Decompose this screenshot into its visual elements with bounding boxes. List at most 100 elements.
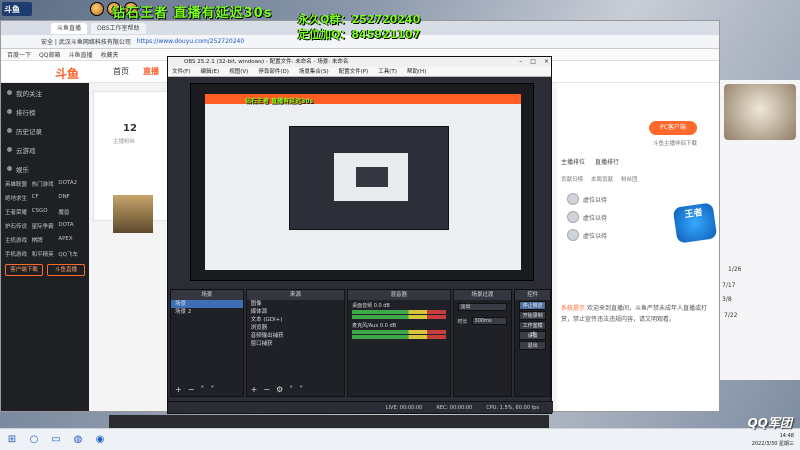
- remove-icon[interactable]: −: [188, 385, 195, 394]
- taskbar: ⊞ ○ ▭ ◍ ◉ 14:48 2022/3/30 星期三: [0, 428, 800, 450]
- controls-header: 控件: [515, 290, 551, 300]
- rank-row[interactable]: 虚位以待: [567, 193, 607, 205]
- category-item[interactable]: 主机游戏: [5, 236, 32, 244]
- right-subtabs: 贡献日榜 本周贡献 粉丝团: [561, 175, 638, 183]
- add-icon[interactable]: +: [251, 385, 258, 394]
- minimize-icon[interactable]: –: [519, 57, 522, 67]
- browser-tab-douyu[interactable]: 斗鱼直播: [51, 22, 88, 34]
- category-item[interactable]: 棋牌: [32, 236, 59, 244]
- menu-view[interactable]: 视图(V): [229, 67, 248, 76]
- category-item[interactable]: 星际争霸: [32, 222, 59, 230]
- add-icon[interactable]: +: [175, 385, 182, 394]
- category-item[interactable]: APEX: [58, 236, 85, 244]
- cloud-icon: [7, 147, 12, 152]
- system-tray[interactable]: 14:48 2022/3/30 星期三: [752, 432, 794, 448]
- source-item[interactable]: 文本 (GDI+): [247, 316, 344, 324]
- duration-input[interactable]: 300ms: [471, 317, 508, 325]
- subtab-weekly[interactable]: 本周贡献: [591, 175, 613, 183]
- tab-anchor-rank[interactable]: 主播排位: [561, 157, 585, 166]
- subtab-daily[interactable]: 贡献日榜: [561, 175, 583, 183]
- right-tabs: 主播排位 直播排行: [561, 157, 619, 166]
- menu-edit[interactable]: 编辑(E): [200, 67, 219, 76]
- scene-item[interactable]: 场景: [171, 300, 243, 308]
- subtab-fans[interactable]: 粉丝团: [621, 175, 638, 183]
- down-icon[interactable]: ˅: [299, 385, 303, 394]
- avatar: [567, 211, 579, 223]
- category-item[interactable]: DOTA: [58, 222, 85, 230]
- start-record-button[interactable]: 开始录制: [519, 311, 547, 320]
- category-item[interactable]: 热门游戏: [32, 180, 59, 188]
- mixer-header: 混音器: [348, 290, 450, 300]
- url-text[interactable]: https://www.douyu.com/252720240: [137, 38, 244, 45]
- obs-title: OBS 25.2.1 (32-bit, windows) - 配置文件: 未命名…: [184, 59, 349, 65]
- douyu-live-button[interactable]: 斗鱼直播: [47, 264, 85, 276]
- menu-file[interactable]: 文件(F): [172, 67, 190, 76]
- category-item[interactable]: DOTA2: [58, 180, 85, 188]
- up-icon[interactable]: ˄: [289, 385, 293, 394]
- bookmark-douyu[interactable]: 斗鱼直播: [68, 50, 92, 59]
- category-item[interactable]: CSGO: [32, 208, 59, 216]
- category-item[interactable]: 手机游戏: [5, 250, 32, 258]
- remove-icon[interactable]: −: [263, 385, 270, 394]
- sidebar-item-rank[interactable]: 排行榜: [1, 102, 89, 121]
- client-download-button[interactable]: 客户端下载: [5, 264, 43, 276]
- source-item[interactable]: 音频输出捕获: [247, 332, 344, 340]
- menu-scene-collection[interactable]: 场景集合(S): [299, 67, 329, 76]
- category-item[interactable]: 英雄联盟: [5, 180, 32, 188]
- menu-docks[interactable]: 停靠部件(D): [258, 67, 289, 76]
- transition-duration-row: 时长 300ms: [454, 314, 512, 328]
- category-item[interactable]: CF: [32, 194, 59, 202]
- source-item[interactable]: 图像: [247, 300, 344, 308]
- mixer-channel-mic: 麦克风/Aux 0.0 dB: [352, 323, 397, 329]
- search-icon[interactable]: ○: [28, 434, 40, 446]
- category-item[interactable]: 炉石传说: [5, 222, 32, 230]
- source-item[interactable]: 媒体源: [247, 308, 344, 316]
- task-view-icon[interactable]: ▭: [50, 434, 62, 446]
- source-item[interactable]: 浏览器: [247, 324, 344, 332]
- category-item[interactable]: 绝地求生: [5, 194, 32, 202]
- stop-stream-button[interactable]: 停止推流: [519, 301, 547, 310]
- tab-live-rank[interactable]: 直播排行: [595, 157, 619, 166]
- down-icon[interactable]: ˅: [210, 385, 214, 394]
- exit-button[interactable]: 退出: [519, 341, 547, 350]
- menu-help[interactable]: 帮助(H): [407, 67, 426, 76]
- close-icon[interactable]: ×: [544, 57, 549, 67]
- category-item[interactable]: 和平精英: [32, 250, 59, 258]
- windows-start-icon[interactable]: ⊞: [6, 434, 18, 446]
- edge-browser-icon[interactable]: ◍: [72, 434, 84, 446]
- transitions-header: 场景过渡: [453, 290, 512, 300]
- nav-home[interactable]: 首页: [113, 66, 129, 77]
- douyu-logo[interactable]: 斗鱼: [55, 65, 79, 82]
- nav-live[interactable]: 直播: [143, 66, 159, 77]
- volume-slider[interactable]: [352, 315, 446, 319]
- up-icon[interactable]: ˄: [200, 385, 204, 394]
- gear-icon[interactable]: ⚙: [276, 385, 283, 394]
- transition-select[interactable]: 淡出: [457, 303, 508, 311]
- volume-slider[interactable]: [352, 335, 446, 339]
- sidebar-item-history[interactable]: 历史记录: [1, 121, 89, 140]
- bookmark-baidu[interactable]: 百度一下: [7, 50, 31, 59]
- settings-button[interactable]: 设置: [519, 331, 547, 340]
- sidebar-item-cloud[interactable]: 云游戏: [1, 140, 89, 159]
- category-item[interactable]: DNF: [58, 194, 85, 202]
- category-item[interactable]: QQ飞车: [58, 250, 85, 258]
- menu-profile[interactable]: 配置文件(P): [339, 67, 369, 76]
- studio-mode-button[interactable]: 工作室模式: [519, 321, 547, 338]
- pc-client-button[interactable]: PC客户端: [649, 121, 697, 135]
- menu-tools[interactable]: 工具(T): [378, 67, 397, 76]
- source-item[interactable]: 窗口捕获: [247, 340, 344, 348]
- sidebar-section-ent[interactable]: 娱乐: [1, 159, 89, 178]
- category-item[interactable]: 王者荣耀: [5, 208, 32, 216]
- sidebar-item-follow[interactable]: 我的关注: [1, 83, 89, 102]
- maximize-icon[interactable]: □: [530, 57, 536, 67]
- rank-row[interactable]: 虚位以待: [567, 229, 607, 241]
- category-item[interactable]: 魔兽: [58, 208, 85, 216]
- browser-tab-help[interactable]: OBS工作室帮助: [91, 22, 146, 34]
- rank-row[interactable]: 虚位以待: [567, 211, 607, 223]
- obs-icon[interactable]: ◉: [94, 434, 106, 446]
- streamer-thumbnail[interactable]: [113, 195, 153, 233]
- scene-item[interactable]: 场景 2: [171, 308, 243, 316]
- bookmark-qqmail[interactable]: QQ邮箱: [39, 50, 60, 59]
- bookmark-favorites[interactable]: 收藏夹: [100, 50, 118, 59]
- obs-preview[interactable]: 钻石王者 直播有延迟30s: [190, 83, 534, 281]
